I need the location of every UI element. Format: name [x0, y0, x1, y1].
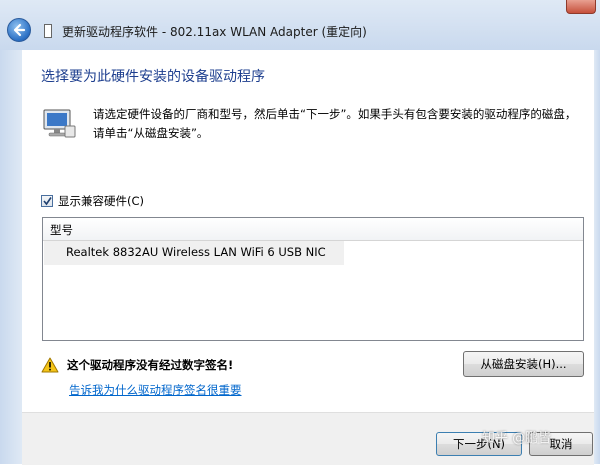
back-button[interactable]	[7, 18, 31, 42]
window-border-right	[594, 50, 600, 464]
wizard-footer: 下一步(N) 取消	[22, 412, 594, 465]
cancel-button[interactable]: 取消	[529, 432, 593, 456]
model-column-header[interactable]: 型号	[43, 218, 583, 241]
monitor-icon	[43, 109, 76, 138]
model-listbox[interactable]: 型号 Realtek 8832AU Wireless LAN WiFi 6 US…	[42, 217, 584, 341]
next-button[interactable]: 下一步(N)	[436, 432, 522, 456]
have-disk-button[interactable]: 从磁盘安装(H)...	[463, 351, 584, 377]
window-title: 更新驱动程序软件 - 802.11ax WLAN Adapter (重定向)	[62, 25, 367, 39]
app-icon	[44, 24, 52, 38]
unsigned-warning-text: 这个驱动程序没有经过数字签名!	[67, 358, 234, 372]
show-compatible-row[interactable]: 显示兼容硬件(C)	[41, 193, 144, 209]
back-arrow-icon	[13, 23, 26, 37]
window-border-left	[0, 50, 22, 464]
instructions-text: 请选定硬件设备的厂商和型号，然后单击“下一步”。如果手头有包含要安装的驱动程序的…	[93, 107, 577, 140]
list-item-label: Realtek 8832AU Wireless LAN WiFi 6 USB N…	[66, 245, 326, 259]
warning-icon	[41, 357, 59, 373]
wizard-content: 选择要为此硬件安装的设备驱动程序 请选定硬件设备的厂商和型号，然后单击“下一步”…	[22, 50, 594, 412]
show-compatible-checkbox[interactable]	[41, 195, 53, 207]
driver-signing-link[interactable]: 告诉我为什么驱动程序签名很重要	[69, 382, 242, 398]
model-column-label: 型号	[50, 223, 73, 237]
close-button[interactable]	[566, 0, 596, 14]
checkmark-icon	[43, 197, 52, 206]
title-bar: 更新驱动程序软件 - 802.11ax WLAN Adapter (重定向)	[0, 0, 600, 50]
list-item[interactable]: Realtek 8832AU Wireless LAN WiFi 6 USB N…	[44, 241, 344, 265]
show-compatible-label: 显示兼容硬件(C)	[58, 194, 145, 208]
page-title: 选择要为此硬件安装的设备驱动程序	[41, 69, 265, 85]
